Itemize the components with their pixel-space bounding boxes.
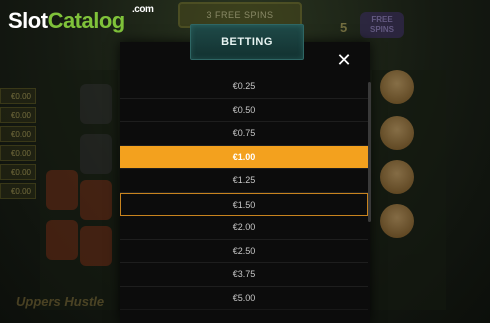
reel-symbol <box>80 134 112 174</box>
game-screen: 3 FREE SPINS FREE SPINS 5 €0.00 €0.00 €0… <box>0 0 490 323</box>
character-symbol <box>380 116 414 150</box>
reel-symbol <box>46 170 78 210</box>
reel-right <box>372 70 446 310</box>
reel-symbol <box>80 226 112 266</box>
free-spins-badge: FREE SPINS <box>360 12 404 38</box>
bet-level-item: €0.00 <box>0 145 36 161</box>
slotcatalog-logo: SlotCatalog .com <box>8 4 154 34</box>
bet-option[interactable]: €2.50 <box>120 240 368 263</box>
logo-catalog-text: Catalog <box>47 8 126 33</box>
bet-option[interactable]: €2.00 <box>120 216 368 240</box>
betting-modal: BETTING ✕ €0.25 €0.50 €0.75 €1.00 €1.25 … <box>120 24 371 323</box>
modal-header: BETTING ✕ <box>120 24 370 78</box>
modal-title: BETTING <box>221 36 273 48</box>
reel-symbol <box>80 84 112 124</box>
character-symbol <box>380 204 414 238</box>
banner-text: 3 FREE SPINS <box>206 10 274 20</box>
reel-symbol <box>46 220 78 260</box>
character-symbol <box>380 70 414 104</box>
list-fade <box>120 303 370 323</box>
bet-level-item: €0.00 <box>0 88 36 104</box>
bet-option[interactable]: €3.75 <box>120 263 368 287</box>
bet-option-selected[interactable]: €1.00 <box>120 145 368 169</box>
logo-com-text: .com <box>132 4 154 15</box>
modal-title-tab: BETTING <box>190 24 304 60</box>
character-symbol <box>380 160 414 194</box>
bet-level-item: €0.00 <box>0 183 36 199</box>
bet-option[interactable]: €1.25 <box>120 169 368 193</box>
bet-level-item: €0.00 <box>0 107 36 123</box>
bet-levels-panel: €0.00 €0.00 €0.00 €0.00 €0.00 €0.00 <box>0 88 36 202</box>
bet-option-highlighted[interactable]: €1.50 <box>120 192 368 216</box>
bet-option[interactable]: €0.25 <box>120 75 368 99</box>
close-icon[interactable]: ✕ <box>334 50 354 70</box>
reel-symbol <box>80 180 112 220</box>
bet-options-list[interactable]: €0.25 €0.50 €0.75 €1.00 €1.25 €1.50 €2.0… <box>120 75 370 323</box>
bet-level-item: €0.00 <box>0 164 36 180</box>
list-scrollbar[interactable] <box>368 82 371 222</box>
free-badge-text: FREE SPINS <box>369 15 394 34</box>
reel-left <box>40 70 118 310</box>
bet-level-item: €0.00 <box>0 126 36 142</box>
logo-slot-text: Slot <box>8 8 48 33</box>
bet-option[interactable]: €0.50 <box>120 99 368 122</box>
bet-option[interactable]: €0.75 <box>120 122 368 146</box>
free-spins-count: 5 <box>340 20 348 35</box>
game-logo-text: Uppers Hustle <box>16 294 105 309</box>
